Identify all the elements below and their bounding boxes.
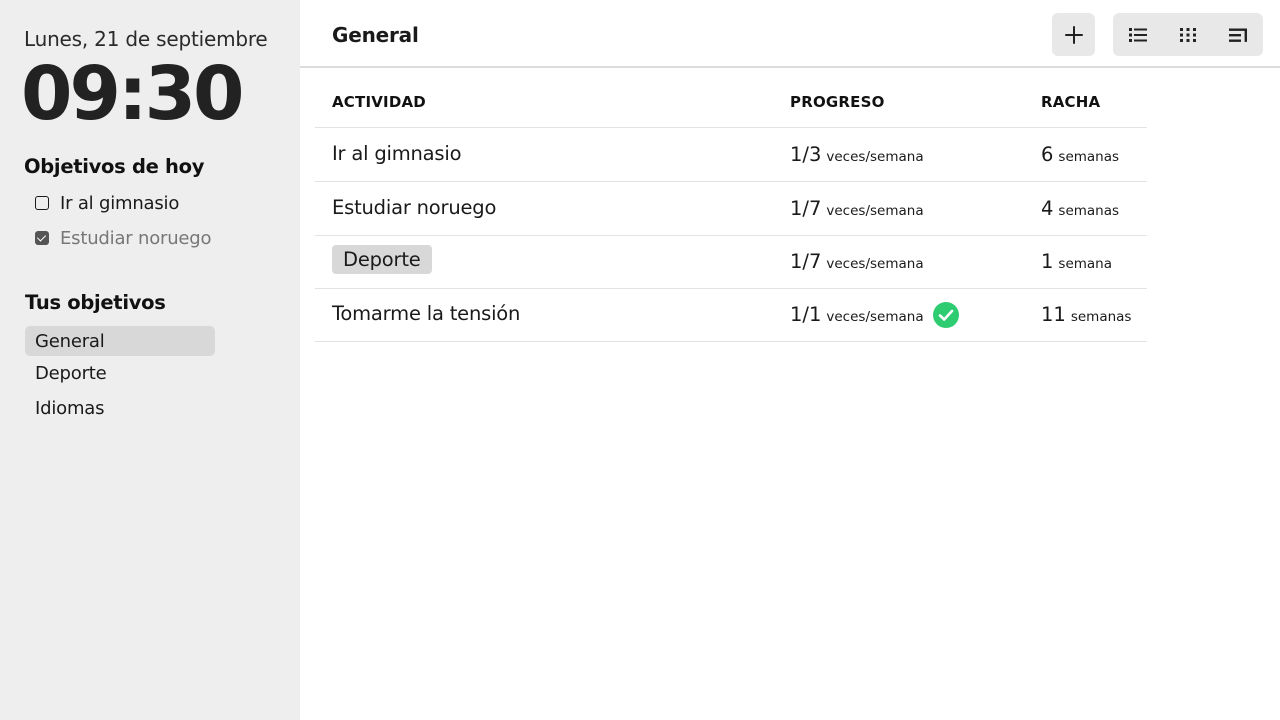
activity-name: Estudiar noruego: [332, 196, 497, 219]
table-row[interactable]: Deporte 1/7 veces/semana 1 semana: [315, 235, 1147, 289]
activity-name: Tomarme la tensión: [332, 302, 521, 325]
streak-count: 6: [1041, 143, 1054, 166]
header: General: [300, 0, 1280, 68]
table-row[interactable]: Ir al gimnasio 1/3 veces/semana 6 semanas: [315, 128, 1147, 182]
checkbox-unchecked-icon[interactable]: [35, 196, 49, 210]
plus-icon: [1064, 25, 1083, 44]
table-header-row: ACTIVIDAD PROGRESO RACHA: [315, 76, 1147, 128]
progress-unit: veces/semana: [826, 309, 924, 325]
streak-value: 1 semana: [1041, 250, 1112, 273]
column-header-progress[interactable]: PROGRESO: [790, 93, 885, 111]
today-item-label: Ir al gimnasio: [60, 192, 180, 214]
current-time: 09:30: [21, 51, 245, 137]
list-view-icon: [1129, 27, 1147, 42]
progress-value: 1/7 veces/semana: [790, 197, 924, 220]
progress-count: 1/3: [790, 143, 822, 166]
column-header-activity[interactable]: ACTIVIDAD: [332, 93, 426, 111]
today-item-gym[interactable]: Ir al gimnasio: [35, 191, 179, 215]
streak-unit: semana: [1058, 256, 1113, 272]
progress-count: 1/7: [790, 250, 822, 273]
progress-value: 1/1 veces/semana: [790, 303, 924, 326]
streak-count: 11: [1041, 303, 1066, 326]
progress-value: 1/7 veces/semana: [790, 250, 924, 273]
list-view-button[interactable]: [1113, 13, 1163, 56]
sidebar-item-idiomas[interactable]: Idiomas: [25, 393, 215, 423]
streak-value: 6 semanas: [1041, 143, 1119, 166]
grid-view-button[interactable]: [1163, 13, 1213, 56]
today-goals-title: Objetivos de hoy: [24, 155, 205, 178]
activity-name: Ir al gimnasio: [332, 142, 462, 165]
checkbox-checked-icon[interactable]: [35, 231, 49, 245]
streak-unit: semanas: [1058, 149, 1120, 165]
grid-view-icon: [1180, 27, 1196, 42]
check-circle-icon: [933, 302, 959, 328]
activity-category-tag[interactable]: Deporte: [332, 245, 432, 274]
progress-count: 1/7: [790, 197, 822, 220]
sidebar-item-general[interactable]: General: [25, 326, 215, 356]
your-goals-title: Tus objetivos: [25, 291, 166, 314]
column-header-streak[interactable]: RACHA: [1041, 93, 1100, 111]
sidebar: Lunes, 21 de septiembre 09:30 Objetivos …: [0, 0, 300, 720]
streak-value: 11 semanas: [1041, 303, 1131, 326]
streak-count: 1: [1041, 250, 1054, 273]
table-row[interactable]: Estudiar noruego 1/7 veces/semana 4 semana…: [315, 182, 1147, 236]
sidebar-item-deporte[interactable]: Deporte: [25, 358, 215, 388]
progress-value: 1/3 veces/semana: [790, 143, 924, 166]
current-date: Lunes, 21 de septiembre: [24, 27, 268, 51]
today-item-norwegian[interactable]: Estudiar noruego: [35, 226, 212, 250]
table-row[interactable]: Tomarme la tensión 1/1 veces/semana 11 sem…: [315, 288, 1147, 342]
streak-count: 4: [1041, 197, 1054, 220]
streak-unit: semanas: [1070, 309, 1132, 325]
progress-unit: veces/semana: [826, 203, 924, 219]
streak-value: 4 semanas: [1041, 197, 1119, 220]
progress-unit: veces/semana: [826, 149, 924, 165]
today-item-label: Estudiar noruego: [60, 227, 212, 249]
progress-unit: veces/semana: [826, 256, 924, 272]
streak-unit: semanas: [1058, 203, 1120, 219]
page-title: General: [332, 23, 419, 47]
view-switcher: [1113, 13, 1263, 56]
progress-count: 1/1: [790, 303, 822, 326]
add-goal-button[interactable]: [1052, 13, 1095, 56]
compact-view-icon: [1229, 28, 1247, 42]
compact-view-button[interactable]: [1213, 13, 1263, 56]
